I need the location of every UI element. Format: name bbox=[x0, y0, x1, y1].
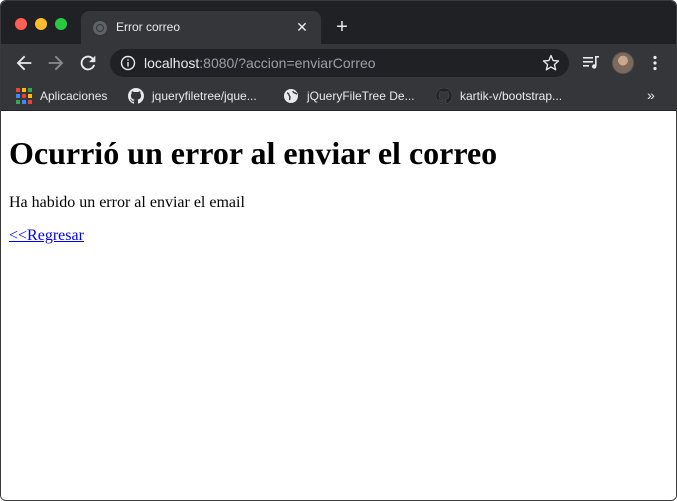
info-icon[interactable] bbox=[120, 55, 136, 71]
profile-avatar[interactable] bbox=[612, 52, 634, 74]
bookmark-label: jQueryFileTree De... bbox=[307, 89, 415, 103]
url-host: localhost bbox=[144, 55, 200, 71]
github-icon bbox=[128, 88, 144, 104]
bookmark-jqueryfiletree-demo[interactable]: jQueryFileTree De... bbox=[283, 87, 415, 105]
reload-icon[interactable] bbox=[77, 52, 99, 74]
bookmarks-overflow-button[interactable]: » bbox=[647, 87, 655, 103]
url-text[interactable]: localhost:8080/?accion=enviarCorreo bbox=[144, 55, 376, 71]
minimize-window-button[interactable] bbox=[35, 18, 47, 30]
bookmark-apps[interactable]: Aplicaciones bbox=[16, 87, 107, 105]
globe-icon bbox=[283, 88, 299, 104]
url-path: :8080/?accion=enviarCorreo bbox=[199, 55, 376, 71]
globe-icon bbox=[93, 21, 107, 35]
maximize-window-button[interactable] bbox=[55, 18, 67, 30]
media-control-icon[interactable] bbox=[581, 53, 601, 73]
new-tab-button[interactable]: + bbox=[331, 16, 353, 38]
tab-strip: Error correo ✕ + bbox=[1, 1, 676, 44]
tab-active[interactable]: Error correo ✕ bbox=[81, 11, 321, 44]
more-menu-icon[interactable] bbox=[645, 53, 665, 73]
address-bar[interactable]: localhost:8080/?accion=enviarCorreo bbox=[110, 49, 569, 77]
apps-grid-icon bbox=[16, 88, 32, 104]
back-arrow-icon[interactable] bbox=[13, 52, 35, 74]
page-title: Ocurrió un error al enviar el correo bbox=[9, 135, 498, 171]
bookmark-kartik-bootstrap[interactable]: kartik-v/bootstrap... bbox=[435, 87, 563, 105]
forward-arrow-icon[interactable] bbox=[45, 52, 67, 74]
tab-title: Error correo bbox=[116, 20, 181, 34]
bookmark-label: kartik-v/bootstrap... bbox=[460, 89, 563, 103]
close-window-button[interactable] bbox=[15, 18, 27, 30]
error-message: Ha habido un error al enviar el email bbox=[9, 194, 245, 211]
bookmark-label: Aplicaciones bbox=[40, 89, 108, 103]
github-icon bbox=[435, 87, 453, 104]
close-tab-icon[interactable]: ✕ bbox=[293, 18, 311, 36]
bookmark-jqueryfiletree[interactable]: jqueryfiletree/jque... bbox=[128, 87, 257, 105]
page-content: Ocurrió un error al enviar el correo Ha … bbox=[1, 112, 676, 500]
toolbar: localhost:8080/?accion=enviarCorreo bbox=[1, 44, 676, 81]
bookmark-star-icon[interactable] bbox=[542, 54, 560, 72]
bookmarks-bar: Aplicaciones jqueryfiletree/jque... jQue… bbox=[1, 81, 676, 111]
bookmark-label: jqueryfiletree/jque... bbox=[152, 89, 257, 103]
browser-window: Error correo ✕ + localhost:8080/?accion=… bbox=[0, 0, 677, 501]
back-link[interactable]: <<Regresar bbox=[9, 227, 84, 245]
